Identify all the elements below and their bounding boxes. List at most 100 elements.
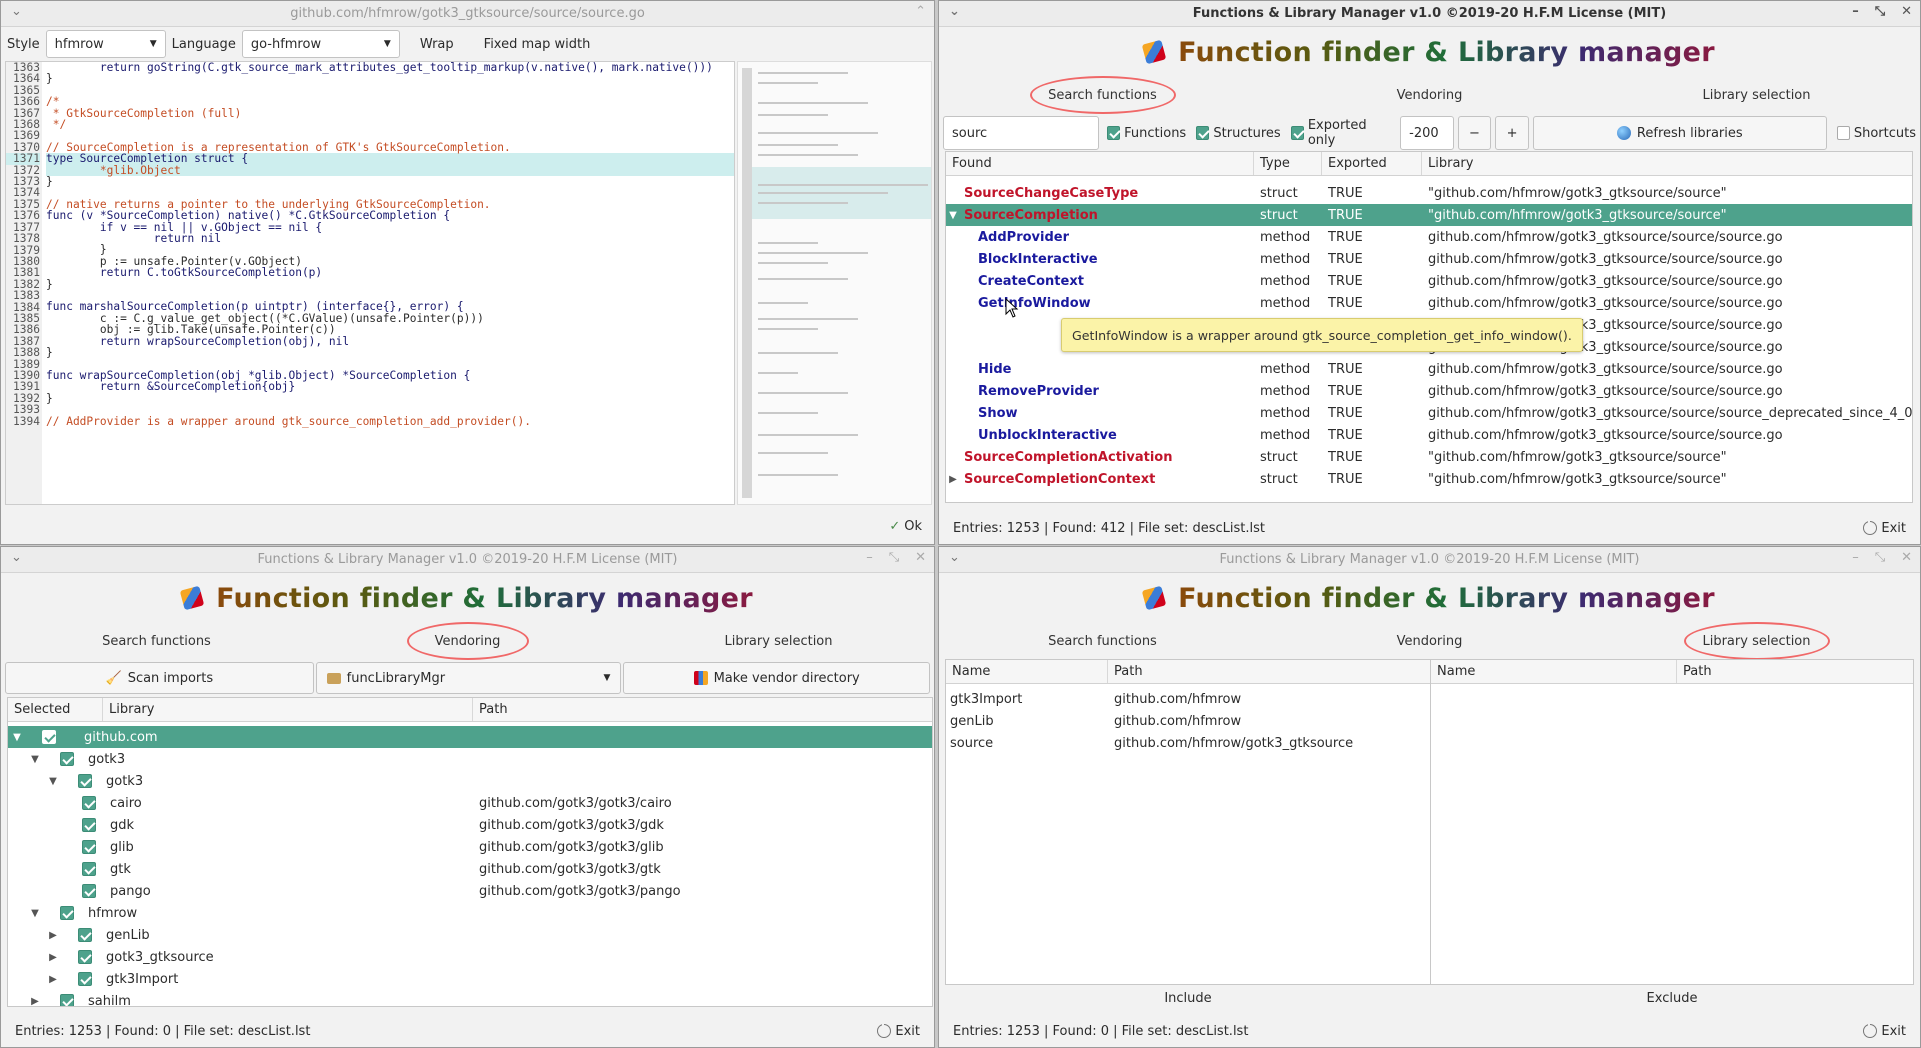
language-combo[interactable]: go-hfmrow ▼ xyxy=(241,30,400,58)
column-header-found[interactable]: Found xyxy=(946,152,1254,175)
column-header-exported[interactable]: Exported xyxy=(1322,152,1422,175)
column-header-name[interactable]: Name xyxy=(946,660,1108,683)
maximize-icon[interactable]: ⤡ xyxy=(1875,550,1885,565)
source-minimap[interactable] xyxy=(737,61,932,505)
exclude-list[interactable]: Name Path xyxy=(1430,659,1914,985)
column-header-selected[interactable]: Selected xyxy=(8,698,103,721)
vendor-row[interactable]: pango github.com/gotk3/gotk3/pango xyxy=(8,880,932,902)
include-row[interactable]: genLib github.com/hfmrow xyxy=(946,710,1434,732)
make-vendor-directory-button[interactable]: Make vendor directory xyxy=(623,662,930,694)
result-row[interactable]: BlockInteractive method TRUE github.com/hfm… xyxy=(946,248,1912,270)
expander-icon[interactable]: ▶ xyxy=(46,952,60,963)
column-header-library[interactable]: Library xyxy=(103,698,473,721)
result-row[interactable]: UnblockInteractive method TRUE github.com/h… xyxy=(946,424,1912,446)
vendor-row[interactable]: ▶ gtk3Import xyxy=(8,968,932,990)
select-checkbox[interactable] xyxy=(82,884,96,898)
code-text[interactable]: return goString(C.gtk_source_mark_attrib… xyxy=(42,62,734,504)
result-row[interactable]: ▼ SourceCompletion struct TRUE "github.com/h… xyxy=(946,204,1912,226)
scan-imports-button[interactable]: 🧹 Scan imports xyxy=(5,662,314,694)
tab-search-functions[interactable]: Search functions xyxy=(1,634,312,649)
fixed-map-width-toggle[interactable]: Fixed map width xyxy=(484,37,591,52)
expander-icon[interactable]: ▶ xyxy=(46,974,60,985)
exit-button[interactable]: Exit xyxy=(1863,1022,1906,1039)
result-row[interactable]: SourceChangeCaseType struct TRUE "github.co… xyxy=(946,182,1912,204)
close-icon[interactable]: ✕ xyxy=(915,550,926,565)
select-checkbox[interactable] xyxy=(78,928,92,942)
select-checkbox[interactable] xyxy=(78,774,92,788)
shortcuts-checkbox[interactable] xyxy=(1836,126,1850,140)
vendor-row[interactable]: ▼ gotk3 xyxy=(8,770,932,792)
select-checkbox[interactable] xyxy=(60,994,74,1006)
style-combo[interactable]: hfmrow ▼ xyxy=(45,30,166,58)
column-header-path[interactable]: Path xyxy=(473,698,932,721)
select-checkbox[interactable] xyxy=(82,840,96,854)
expander-icon[interactable]: ▼ xyxy=(28,754,42,765)
expander-icon[interactable]: ▼ xyxy=(946,210,960,221)
vendor-row[interactable]: ▼ github.com xyxy=(8,726,932,748)
include-list[interactable]: Name Path gtk3Import github.com/hfmrow gen… xyxy=(945,659,1435,985)
functions-checkbox[interactable] xyxy=(1106,126,1121,140)
select-checkbox[interactable] xyxy=(78,950,92,964)
result-row[interactable]: GetInfoWindow method TRUE github.com/hfmrow… xyxy=(946,292,1912,314)
expander-icon[interactable]: ▼ xyxy=(10,732,24,743)
tab-search-functions[interactable]: Search functions xyxy=(939,634,1266,649)
result-row[interactable]: Hide method TRUE github.com/hfmrow/gotk3_gt… xyxy=(946,358,1912,380)
select-checkbox[interactable] xyxy=(82,862,96,876)
vendor-row[interactable]: ▼ hfmrow xyxy=(8,902,932,924)
vendor-row[interactable]: ▶ genLib xyxy=(8,924,932,946)
include-row[interactable]: gtk3Import github.com/hfmrow xyxy=(946,688,1434,710)
tab-search-functions[interactable]: Search functions xyxy=(939,76,1266,114)
exported-only-checkbox[interactable] xyxy=(1290,126,1304,140)
select-checkbox[interactable] xyxy=(82,818,96,832)
result-row[interactable]: SourceCompletionActivation struct TRUE "git… xyxy=(946,446,1912,468)
decrement-button[interactable]: − xyxy=(1457,116,1492,150)
search-input[interactable]: sourc xyxy=(943,116,1099,150)
vendor-row[interactable]: gtk github.com/gotk3/gotk3/gtk xyxy=(8,858,932,880)
column-header-name[interactable]: Name xyxy=(1431,660,1677,683)
select-checkbox[interactable] xyxy=(82,796,96,810)
vendor-row[interactable]: ▶ gotk3_gtksource xyxy=(8,946,932,968)
minimize-icon[interactable]: – xyxy=(1852,4,1859,19)
column-header-type[interactable]: Type xyxy=(1254,152,1322,175)
expander-icon[interactable]: ▼ xyxy=(46,776,60,787)
expander-icon[interactable]: ▶ xyxy=(46,930,60,941)
result-row[interactable]: AddProvider method TRUE github.com/hfmrow/g… xyxy=(946,226,1912,248)
vendor-row[interactable]: gdk github.com/gotk3/gotk3/gdk xyxy=(8,814,932,836)
exit-button[interactable]: Exit xyxy=(877,1022,920,1039)
maximize-icon[interactable]: ⤡ xyxy=(889,550,899,565)
select-checkbox[interactable] xyxy=(78,972,92,986)
include-row[interactable]: source github.com/hfmrow/gotk3_gtksource xyxy=(946,732,1434,754)
vendor-library-tree[interactable]: Selected Library Path ▼ github.com ▼ gotk3 ▼… xyxy=(7,697,933,1007)
vendor-row[interactable]: ▶ sahilm xyxy=(8,990,932,1007)
refresh-libraries-button[interactable]: Refresh libraries xyxy=(1532,116,1827,150)
tab-library-selection[interactable]: Library selection xyxy=(1593,88,1920,103)
structures-checkbox[interactable] xyxy=(1196,126,1210,140)
expander-icon[interactable]: ▶ xyxy=(28,996,42,1007)
tab-library-selection[interactable]: Library selection xyxy=(623,634,934,649)
window-menu-icon[interactable]: ⌄ xyxy=(949,550,960,565)
maximize-icon[interactable]: ⤡ xyxy=(1875,4,1885,19)
select-checkbox[interactable] xyxy=(42,730,56,744)
minimize-icon[interactable]: – xyxy=(1852,550,1859,565)
result-row[interactable]: CreateContext method TRUE github.com/hfmrow… xyxy=(946,270,1912,292)
column-header-path[interactable]: Path xyxy=(1677,660,1913,683)
window-menu-icon[interactable]: ⌄ xyxy=(949,4,960,19)
select-checkbox[interactable] xyxy=(60,906,74,920)
close-icon[interactable]: ✕ xyxy=(1901,550,1912,565)
code-editor[interactable]: 1363 1364 1365 1366 1367 1368 1369 1370 1371 1372… xyxy=(5,61,735,505)
window-menu-icon[interactable]: ⌄ xyxy=(11,4,22,19)
increment-button[interactable]: + xyxy=(1495,116,1529,150)
tab-vendoring[interactable]: Vendoring xyxy=(1266,88,1593,103)
expander-icon[interactable]: ▶ xyxy=(946,474,960,485)
select-checkbox[interactable] xyxy=(60,752,74,766)
vendor-row[interactable]: cairo github.com/gotk3/gotk3/cairo xyxy=(8,792,932,814)
expander-icon[interactable]: ▼ xyxy=(28,908,42,919)
exit-button[interactable]: Exit xyxy=(1863,519,1906,536)
tab-library-selection[interactable]: Library selection xyxy=(1593,622,1920,660)
column-header-library[interactable]: Library xyxy=(1422,152,1912,175)
column-header-path[interactable]: Path xyxy=(1108,660,1434,683)
result-row[interactable]: RemoveProvider method TRUE github.com/hfmro… xyxy=(946,380,1912,402)
maximize-icon[interactable]: ⌃ xyxy=(915,4,926,19)
result-row[interactable]: ▶ SourceCompletionContext struct TRUE "githu… xyxy=(946,468,1912,490)
tab-vendoring[interactable]: Vendoring xyxy=(312,622,623,660)
